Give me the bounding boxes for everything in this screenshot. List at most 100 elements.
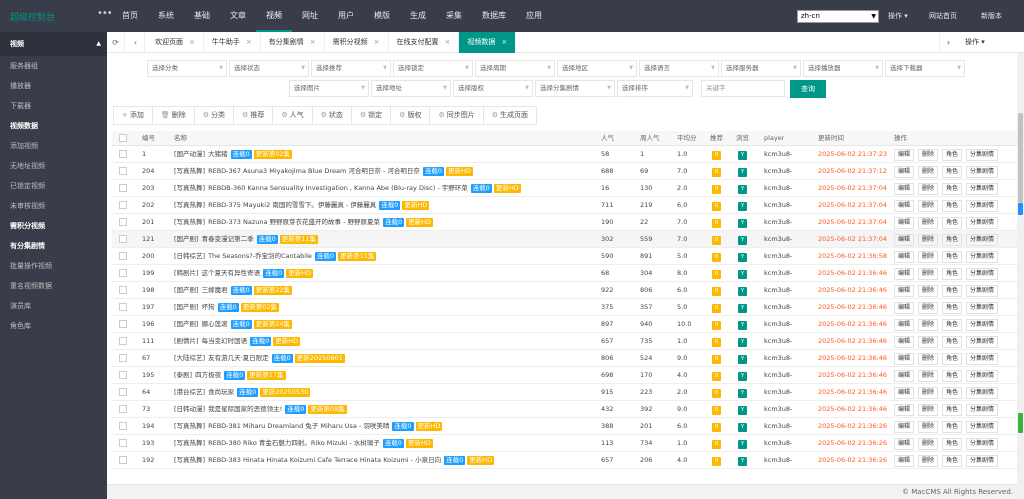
filter-select[interactable]: 选择分类 ▼: [147, 60, 227, 77]
sidebar-item[interactable]: 无地址视频: [0, 156, 107, 176]
nav-item[interactable]: 文章: [220, 0, 256, 32]
site-home-link[interactable]: 网站首页: [929, 11, 957, 21]
browse-badge[interactable]: Y: [738, 355, 747, 364]
table-row[interactable]: 204 [写真热舞] REBD-367 Asuna3 Miyakojima Blue…: [112, 163, 1017, 180]
row-checkbox[interactable]: [119, 235, 127, 243]
row-op-button[interactable]: 分集剧情: [966, 166, 999, 178]
close-icon[interactable]: ×: [246, 38, 252, 46]
chevron-left-icon[interactable]: ‹: [127, 32, 145, 53]
filter-select[interactable]: 选择版权 ▼: [453, 80, 533, 97]
action-button[interactable]: ⚙ 推荐: [233, 106, 274, 125]
table-row[interactable]: 194 [写真热舞] REBD-381 Miharu Dreamland 兔子 Mi…: [112, 418, 1017, 435]
row-name[interactable]: [国产剧] 青春变漫记第二季 连载0 更新第11集: [174, 231, 594, 248]
row-checkbox[interactable]: [119, 286, 127, 294]
chevron-right-icon[interactable]: ›: [939, 32, 957, 53]
recommend-badge[interactable]: 0: [712, 355, 721, 364]
sidebar-item[interactable]: 添加视频: [0, 136, 107, 156]
filter-select[interactable]: 选择分集剧情 ▼: [535, 80, 615, 97]
browse-badge[interactable]: Y: [738, 440, 747, 449]
row-name[interactable]: [国产剧] 娜心莲滚 连载0 更新第24集: [174, 316, 594, 333]
row-op-button[interactable]: 分集剧情: [966, 183, 999, 195]
row-name[interactable]: [国产剧] 坏狗 连载0 更新第02集: [174, 299, 594, 316]
action-button[interactable]: + 添加: [113, 106, 153, 125]
row-op-button[interactable]: 删除: [918, 285, 939, 297]
row-op-button[interactable]: 编辑: [894, 404, 915, 416]
row-op-button[interactable]: 编辑: [894, 166, 915, 178]
filter-select[interactable]: 选择周期 ▼: [475, 60, 555, 77]
row-op-button[interactable]: 删除: [918, 455, 939, 467]
tab[interactable]: 视频数据 ×: [459, 32, 517, 53]
row-op-button[interactable]: 删除: [918, 268, 939, 280]
app-logo[interactable]: 超级控制台: [10, 10, 55, 23]
recommend-badge[interactable]: 0: [712, 304, 721, 313]
row-op-button[interactable]: 分集剧情: [966, 421, 999, 433]
close-icon[interactable]: ×: [501, 38, 507, 46]
filter-select[interactable]: 选择状态 ▼: [229, 60, 309, 77]
row-name[interactable]: [韩剧片] 这个夏天有异性寄语 连载0 更新HD: [174, 265, 594, 282]
sidebar-item[interactable]: 角色库: [0, 316, 107, 336]
recommend-badge[interactable]: 0: [712, 457, 721, 466]
table-row[interactable]: 193 [写真热舞] REBD-380 Riko 青金石魅力四射。Riko Mizu…: [112, 435, 1017, 452]
browse-badge[interactable]: Y: [738, 185, 747, 194]
row-op-button[interactable]: 角色: [942, 455, 963, 467]
row-checkbox[interactable]: [119, 354, 127, 362]
row-name[interactable]: [写真热舞] REBD-380 Riko 青金石魅力四射。Riko Mizuki …: [174, 435, 594, 452]
row-checkbox[interactable]: [119, 201, 127, 209]
row-op-button[interactable]: 角色: [942, 438, 963, 450]
row-name[interactable]: [写真热舞] REBDB-360 Kanna Sensuality Investi…: [174, 180, 594, 197]
nav-item[interactable]: 首页: [112, 0, 148, 32]
browse-badge[interactable]: Y: [738, 253, 747, 262]
row-op-button[interactable]: 角色: [942, 268, 963, 280]
row-name[interactable]: [写真热舞] REBD-375 Mayuki2 南国的雪雪下。伊藤麗真 - 伊藤麗…: [174, 197, 594, 214]
browse-badge[interactable]: Y: [738, 372, 747, 381]
row-checkbox[interactable]: [119, 150, 127, 158]
row-op-button[interactable]: 角色: [942, 302, 963, 314]
row-title[interactable]: REBDB-360 Kanna Sensuality Investigation…: [208, 184, 468, 192]
row-checkbox[interactable]: [119, 456, 127, 464]
row-checkbox[interactable]: [119, 337, 127, 345]
row-name[interactable]: [日韩综艺] The Seasons?-乔宝剑的Cantabile 连载0 更新第11…: [174, 248, 594, 265]
row-op-button[interactable]: 分集剧情: [966, 455, 999, 467]
browse-badge[interactable]: Y: [738, 287, 747, 296]
row-name[interactable]: [日韩动漫] 我是星际国家的恶德领主! 连载0 更新第09集: [174, 401, 594, 418]
recommend-badge[interactable]: 0: [712, 423, 721, 432]
recommend-badge[interactable]: 0: [712, 202, 721, 211]
row-op-button[interactable]: 删除: [918, 404, 939, 416]
row-title[interactable]: 青春变漫记第二季: [202, 235, 254, 243]
table-row[interactable]: 199 [韩剧片] 这个夏天有异性寄语 连载0 更新HD 68 304 8.0 0 Ykcm3u8…: [112, 265, 1017, 282]
nav-item[interactable]: 用户: [328, 0, 364, 32]
row-op-button[interactable]: 分集剧情: [966, 149, 999, 161]
action-button[interactable]: 🗑 删除: [151, 106, 195, 125]
ops-menu[interactable]: 操作 ▾: [888, 11, 908, 21]
nav-item[interactable]: 系统: [148, 0, 184, 32]
row-op-button[interactable]: 分集剧情: [966, 319, 999, 331]
row-op-button[interactable]: 编辑: [894, 285, 915, 297]
action-button[interactable]: ⚙ 分类: [193, 106, 235, 125]
row-checkbox[interactable]: [119, 439, 127, 447]
row-op-button[interactable]: 编辑: [894, 217, 915, 229]
row-op-button[interactable]: 角色: [942, 387, 963, 399]
row-checkbox[interactable]: [119, 388, 127, 396]
filter-select[interactable]: 选择语言 ▼: [639, 60, 719, 77]
nav-item[interactable]: 应用: [516, 0, 552, 32]
row-op-button[interactable]: 角色: [942, 183, 963, 195]
row-op-button[interactable]: 编辑: [894, 370, 915, 382]
row-op-button[interactable]: 编辑: [894, 455, 915, 467]
sidebar-item[interactable]: 下载器: [0, 96, 107, 116]
recommend-badge[interactable]: 0: [712, 185, 721, 194]
row-op-button[interactable]: 编辑: [894, 319, 915, 331]
row-op-button[interactable]: 删除: [918, 217, 939, 229]
row-op-button[interactable]: 角色: [942, 149, 963, 161]
row-op-button[interactable]: 删除: [918, 319, 939, 331]
row-op-button[interactable]: 分集剧情: [966, 438, 999, 450]
row-checkbox[interactable]: [119, 320, 127, 328]
table-row[interactable]: 192 [写真热舞] REBD-383 Hinata Hinata Koizumi …: [112, 452, 1017, 469]
row-op-button[interactable]: 编辑: [894, 421, 915, 433]
nav-item[interactable]: 网址: [292, 0, 328, 32]
action-button[interactable]: ⚙ 人气: [272, 106, 313, 125]
filter-select[interactable]: 选择排序 ▼: [617, 80, 693, 97]
row-title[interactable]: REBD-383 Hinata Hinata Koizumi Cafe Terr…: [208, 456, 441, 464]
row-op-button[interactable]: 分集剧情: [966, 251, 999, 263]
recommend-badge[interactable]: 0: [712, 151, 721, 160]
sidebar-item[interactable]: 需积分视频: [0, 216, 107, 236]
